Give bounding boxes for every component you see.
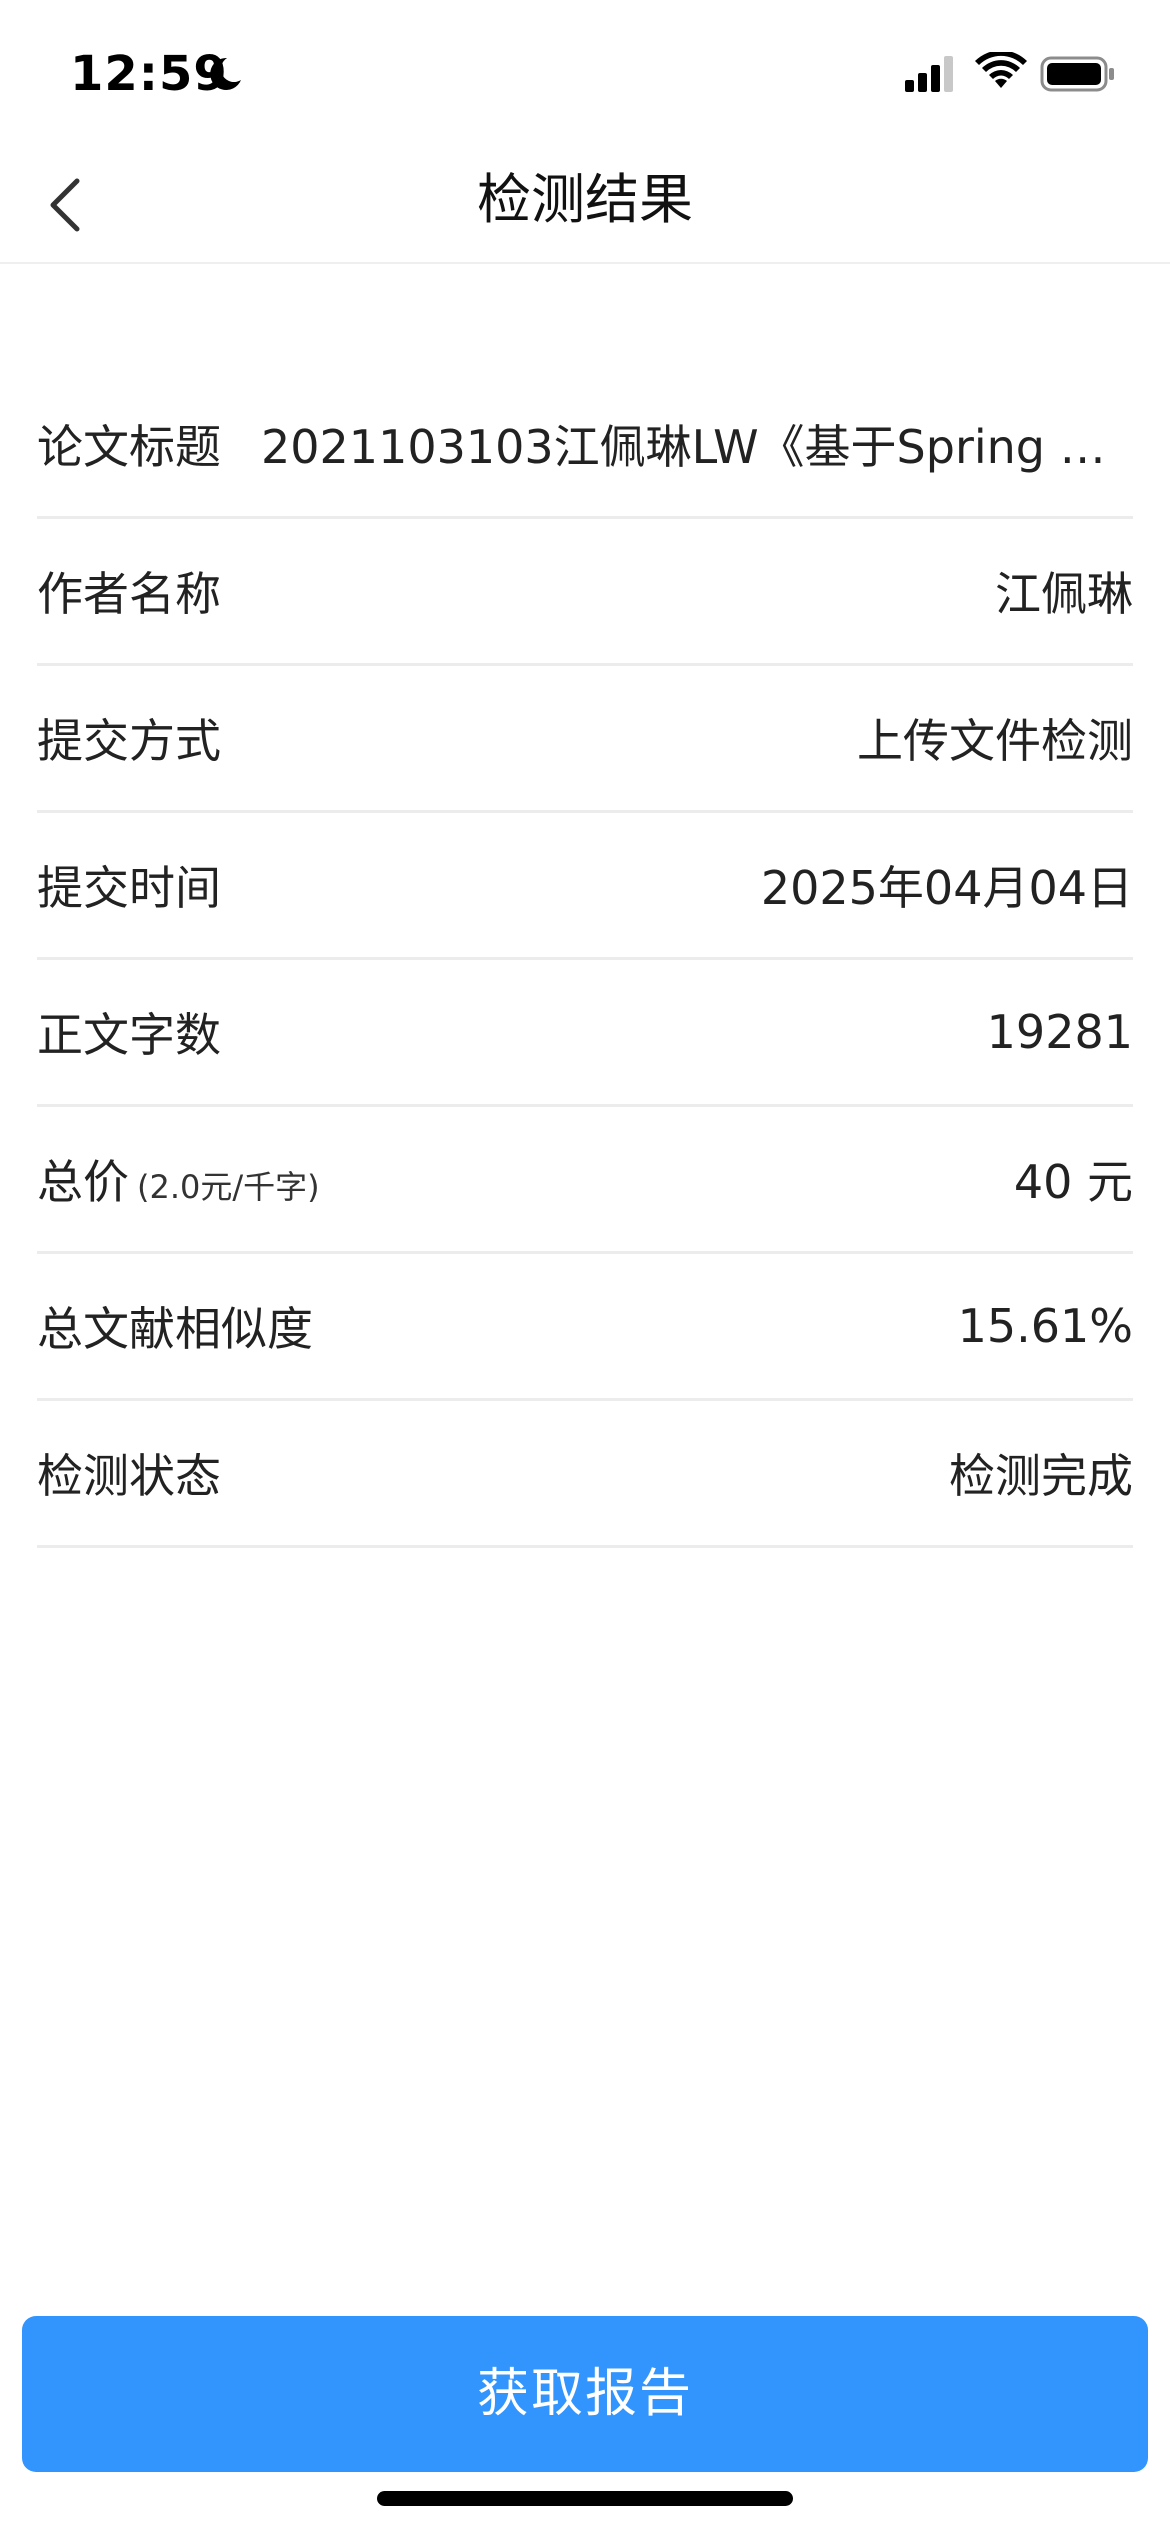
row-similarity: 总文献相似度 15.61%: [37, 1254, 1133, 1401]
moon-icon: [210, 57, 241, 90]
submit-time-value: 2025年04月04日: [760, 861, 1133, 915]
row-status: 检测状态 检测完成: [37, 1401, 1133, 1548]
word-count-label: 正文字数: [37, 1008, 221, 1062]
total-price-label-text: 总价: [37, 1155, 129, 1209]
nav-bar: 检测结果: [0, 150, 1170, 264]
chevron-left-icon: [50, 178, 80, 232]
row-total-price: 总价 (2.0元/千字) 40 元: [37, 1107, 1133, 1254]
status-bar: 12:59: [0, 0, 1170, 150]
submit-method-value: 上传文件检测: [857, 714, 1133, 768]
similarity-value: 15.61%: [957, 1299, 1133, 1353]
status-value: 检测完成: [949, 1449, 1133, 1503]
word-count-value: 19281: [986, 1005, 1133, 1059]
status-label: 检测状态: [37, 1449, 221, 1503]
wifi-icon: [975, 52, 1027, 88]
total-price-label: 总价 (2.0元/千字): [37, 1146, 320, 1212]
author-label: 作者名称: [37, 567, 221, 621]
price-rate-note: (2.0元/千字): [137, 1168, 320, 1206]
similarity-label: 总文献相似度: [37, 1302, 313, 1356]
row-submit-method: 提交方式 上传文件检测: [37, 666, 1133, 813]
submit-time-label: 提交时间: [37, 861, 221, 915]
paper-title-value: 2021103103江佩琳LW《基于Spring Boo...: [261, 420, 1133, 474]
row-word-count: 正文字数 19281: [37, 960, 1133, 1107]
row-submit-time: 提交时间 2025年04月04日: [37, 813, 1133, 960]
row-author: 作者名称 江佩琳: [37, 519, 1133, 666]
page-title: 检测结果: [477, 168, 693, 231]
author-value: 江佩琳: [995, 567, 1133, 621]
paper-title-label: 论文标题: [37, 420, 221, 474]
home-indicator: [377, 2491, 793, 2506]
row-paper-title: 论文标题 2021103103江佩琳LW《基于Spring Boo...: [37, 372, 1133, 519]
detail-list: 论文标题 2021103103江佩琳LW《基于Spring Boo... 作者名…: [37, 372, 1133, 1548]
signal-icon: [905, 56, 953, 92]
submit-method-label: 提交方式: [37, 714, 221, 768]
battery-icon: [1040, 56, 1114, 92]
back-button[interactable]: [30, 170, 100, 240]
get-report-button[interactable]: 获取报告: [22, 2316, 1148, 2472]
total-price-value: 40 元: [1013, 1155, 1133, 1209]
